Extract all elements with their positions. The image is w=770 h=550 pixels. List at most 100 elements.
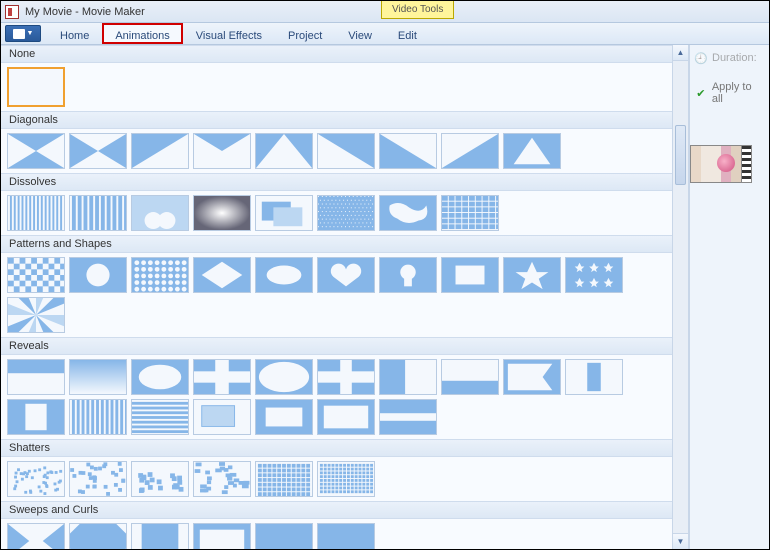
category-header: Dissolves xyxy=(1,173,672,191)
transition-thumbnail[interactable] xyxy=(255,461,313,497)
transition-thumbnail[interactable] xyxy=(317,257,375,293)
transition-thumbnail[interactable] xyxy=(7,461,65,497)
category-header: None xyxy=(1,45,672,63)
duration-control: 🕘 Duration: xyxy=(694,51,765,65)
scrollbar-vertical[interactable]: ▲ ▼ xyxy=(672,45,688,549)
transition-thumbnail[interactable] xyxy=(7,195,65,231)
transition-thumbnail[interactable] xyxy=(503,133,561,169)
transition-thumbnail[interactable] xyxy=(317,359,375,395)
category-header: Patterns and Shapes xyxy=(1,235,672,253)
tab-animations[interactable]: Animations xyxy=(102,23,182,44)
category-body xyxy=(1,129,672,173)
transition-thumbnail[interactable] xyxy=(255,399,313,435)
transition-thumbnail[interactable] xyxy=(69,133,127,169)
category-body xyxy=(1,253,672,337)
transition-thumbnail[interactable] xyxy=(69,523,127,549)
category-header: Shatters xyxy=(1,439,672,457)
transition-thumbnail[interactable] xyxy=(379,133,437,169)
transition-thumbnail[interactable] xyxy=(193,523,251,549)
tab-project[interactable]: Project xyxy=(275,23,335,44)
gallery-scroll-area[interactable]: None Diagonals Dissolves Patterns and Shape… xyxy=(1,45,672,549)
transition-thumbnail[interactable] xyxy=(379,195,437,231)
chevron-down-icon: ▼ xyxy=(27,30,34,37)
transition-thumbnail[interactable] xyxy=(441,257,499,293)
transition-thumbnail[interactable] xyxy=(7,133,65,169)
transition-thumbnail[interactable] xyxy=(193,461,251,497)
film-strip-icon xyxy=(742,145,752,183)
duration-label: Duration: xyxy=(712,52,757,64)
contextual-tab-video-tools[interactable]: Video Tools xyxy=(381,1,454,19)
transition-thumbnail[interactable] xyxy=(7,257,65,293)
transition-thumbnail[interactable] xyxy=(69,359,127,395)
app-icon xyxy=(5,5,19,19)
transition-thumbnail[interactable] xyxy=(193,399,251,435)
tab-view[interactable]: View xyxy=(335,23,385,44)
transition-thumbnail[interactable] xyxy=(7,297,65,333)
transition-thumbnail[interactable] xyxy=(131,257,189,293)
timeline-clip-preview xyxy=(690,145,769,185)
transition-thumbnail[interactable] xyxy=(131,461,189,497)
file-icon xyxy=(13,29,25,39)
transition-thumbnail[interactable] xyxy=(7,399,65,435)
transition-thumbnail[interactable] xyxy=(131,359,189,395)
transition-thumbnail[interactable] xyxy=(317,195,375,231)
transition-thumbnail[interactable] xyxy=(193,195,251,231)
scroll-up-button[interactable]: ▲ xyxy=(673,45,688,61)
transition-thumbnail[interactable] xyxy=(69,461,127,497)
file-menu-button[interactable]: ▼ xyxy=(5,25,41,42)
transition-thumbnail[interactable] xyxy=(503,359,561,395)
clip-thumbnail[interactable] xyxy=(690,145,742,183)
transition-thumbnail[interactable] xyxy=(7,67,65,107)
transition-thumbnail[interactable] xyxy=(503,257,561,293)
transition-thumbnail[interactable] xyxy=(379,399,437,435)
transition-thumbnail[interactable] xyxy=(69,257,127,293)
transition-thumbnail[interactable] xyxy=(317,461,375,497)
tab-home[interactable]: Home xyxy=(47,23,102,44)
transition-thumbnail[interactable] xyxy=(131,399,189,435)
transition-thumbnail[interactable] xyxy=(379,359,437,395)
window-title: My Movie - Movie Maker xyxy=(25,6,145,18)
category-body xyxy=(1,63,672,111)
ribbon-content: None Diagonals Dissolves Patterns and Shape… xyxy=(1,45,769,549)
apply-to-all-button[interactable]: ✔ Apply to all xyxy=(694,81,765,105)
transitions-gallery: None Diagonals Dissolves Patterns and Shape… xyxy=(1,45,689,549)
transition-thumbnail[interactable] xyxy=(255,195,313,231)
scroll-thumb[interactable] xyxy=(675,125,686,185)
category-body xyxy=(1,355,672,439)
scroll-down-button[interactable]: ▼ xyxy=(673,533,688,549)
category-header: Reveals xyxy=(1,337,672,355)
transition-thumbnail[interactable] xyxy=(7,359,65,395)
category-header: Diagonals xyxy=(1,111,672,129)
transition-thumbnail[interactable] xyxy=(255,523,313,549)
tab-edit[interactable]: Edit xyxy=(385,23,430,44)
transition-thumbnail[interactable] xyxy=(565,359,623,395)
transition-thumbnail[interactable] xyxy=(193,257,251,293)
transition-thumbnail[interactable] xyxy=(255,133,313,169)
transition-thumbnail[interactable] xyxy=(317,133,375,169)
title-bar: My Movie - Movie Maker Video Tools xyxy=(1,1,769,23)
check-icon: ✔ xyxy=(694,86,708,100)
transition-thumbnail[interactable] xyxy=(7,523,65,549)
ribbon-tabs: ▼ Home Animations Visual Effects Project… xyxy=(1,23,769,45)
transition-thumbnail[interactable] xyxy=(441,359,499,395)
transition-thumbnail[interactable] xyxy=(379,257,437,293)
category-body xyxy=(1,457,672,501)
transition-thumbnail[interactable] xyxy=(193,359,251,395)
transition-thumbnail[interactable] xyxy=(317,523,375,549)
transition-thumbnail[interactable] xyxy=(441,133,499,169)
transition-thumbnail[interactable] xyxy=(255,359,313,395)
transition-thumbnail[interactable] xyxy=(131,523,189,549)
transition-thumbnail[interactable] xyxy=(69,399,127,435)
category-header: Sweeps and Curls xyxy=(1,501,672,519)
transition-thumbnail[interactable] xyxy=(131,195,189,231)
category-body xyxy=(1,191,672,235)
transition-thumbnail[interactable] xyxy=(193,133,251,169)
tab-visual-effects[interactable]: Visual Effects xyxy=(183,23,275,44)
transition-thumbnail[interactable] xyxy=(441,195,499,231)
transition-thumbnail[interactable] xyxy=(255,257,313,293)
transition-thumbnail[interactable] xyxy=(565,257,623,293)
category-body xyxy=(1,519,672,549)
transition-thumbnail[interactable] xyxy=(131,133,189,169)
transition-thumbnail[interactable] xyxy=(69,195,127,231)
transition-thumbnail[interactable] xyxy=(317,399,375,435)
